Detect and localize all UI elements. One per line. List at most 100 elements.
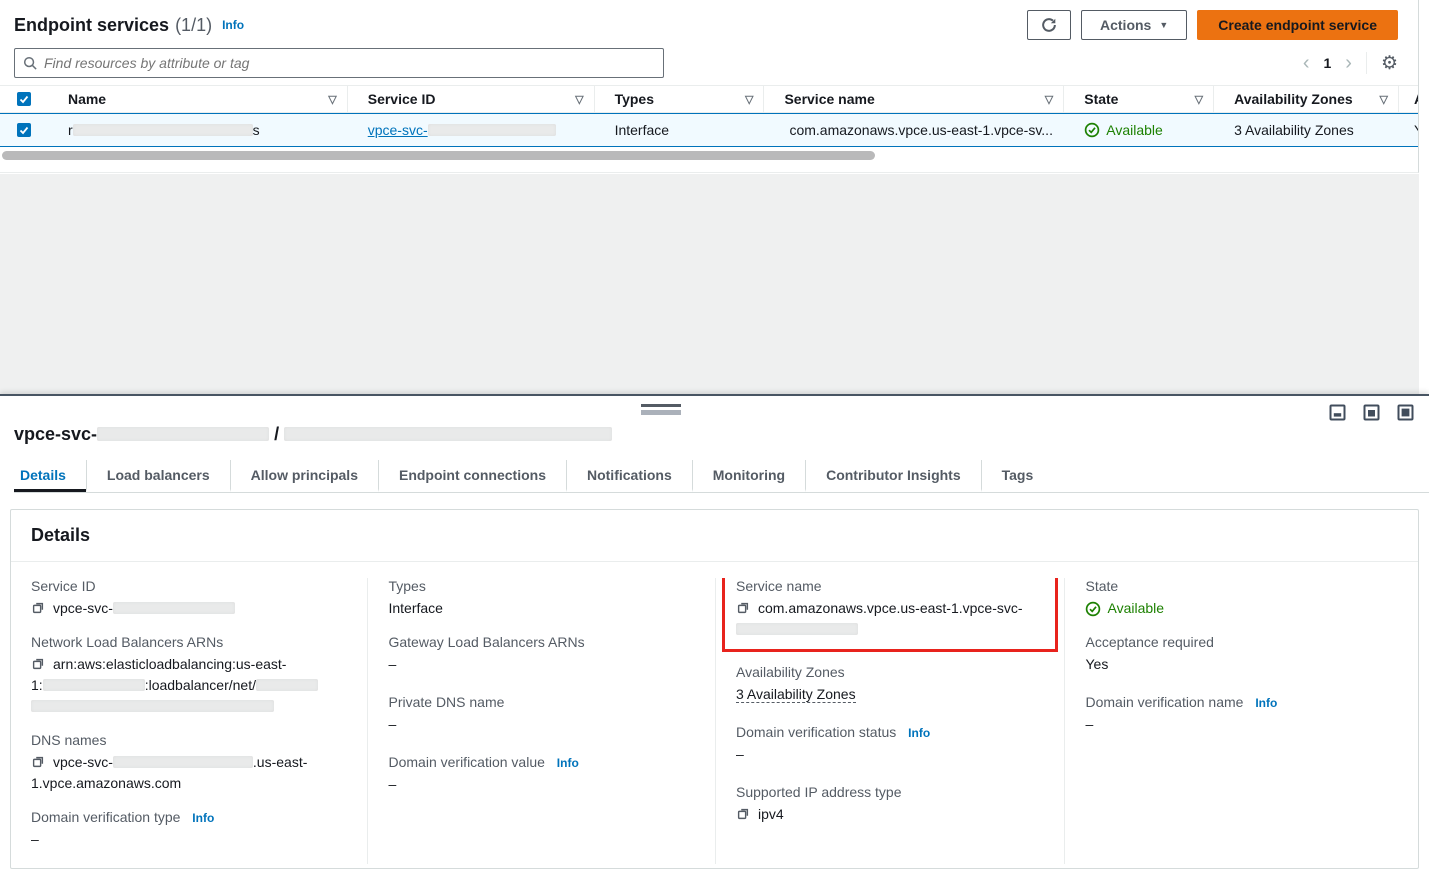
page-info-link[interactable]: Info (222, 18, 244, 32)
service-name-highlight-box: Service name com.amazonaws.vpce.us-east-… (722, 578, 1059, 652)
field-supported-ip: Supported IP address type ipv4 (736, 784, 1045, 825)
scrollbar-thumb[interactable] (2, 151, 875, 160)
field-domain-verification-name: Domain verification name Info – (1085, 694, 1398, 735)
page-header: Endpoint services (1/1) Info Actions ▼ C… (0, 0, 1418, 46)
details-column-4: State Available Acceptance required (1064, 578, 1418, 864)
field-private-dns-name: Private DNS name – (388, 694, 695, 735)
tab-load-balancers[interactable]: Load balancers (86, 460, 230, 492)
sort-icon[interactable]: ▽ (1380, 93, 1388, 106)
table-row[interactable]: rs vpce-svc- Interface com.amazonaws.vpc… (0, 113, 1418, 147)
field-domain-verification-type: Domain verification type Info – (31, 809, 347, 850)
tab-tags[interactable]: Tags (981, 460, 1054, 492)
details-card-header: Details (11, 510, 1418, 562)
horizontal-scrollbar (0, 151, 1418, 161)
copy-icon[interactable] (31, 755, 45, 769)
redacted-text (43, 679, 145, 691)
details-column-3: Service name com.amazonaws.vpce.us-east-… (715, 578, 1065, 864)
row-name: rs (48, 122, 348, 138)
status-badge: Available (1106, 122, 1163, 138)
table-controls: ‹ 1 › ⚙ (0, 46, 1418, 80)
sort-icon[interactable]: ▽ (1195, 93, 1203, 106)
search-input[interactable] (44, 55, 655, 71)
row-service-name: com.amazonaws.vpce.us-east-1.vpce-sv... (764, 122, 1064, 138)
tab-contributor-insights[interactable]: Contributor Insights (805, 460, 981, 492)
split-panel: vpce-svc- / Details Load balancers Allow… (0, 394, 1429, 886)
resource-count: (1/1) (175, 15, 212, 36)
endpoint-services-section: Endpoint services (1/1) Info Actions ▼ C… (0, 0, 1419, 173)
column-header-service-id[interactable]: Service ID ▽ (348, 86, 595, 112)
sort-icon[interactable]: ▽ (1045, 93, 1053, 106)
row-checkbox-cell (0, 123, 48, 137)
row-service-id: vpce-svc- (348, 122, 595, 138)
create-endpoint-service-button[interactable]: Create endpoint service (1197, 10, 1398, 40)
info-link[interactable]: Info (557, 756, 579, 770)
info-link[interactable]: Info (908, 726, 930, 740)
info-link[interactable]: Info (192, 811, 214, 825)
select-all-checkbox[interactable] (17, 92, 31, 106)
availability-zones-popover[interactable]: 3 Availability Zones (736, 686, 856, 703)
redacted-text (256, 679, 318, 691)
column-header-availability-zones[interactable]: Availability Zones ▽ (1214, 86, 1399, 112)
redacted-text (428, 124, 556, 136)
panel-bottom-small-icon[interactable] (1329, 404, 1346, 421)
check-icon (19, 125, 29, 135)
create-label: Create endpoint service (1218, 17, 1377, 33)
status-available-icon (1085, 601, 1101, 617)
search-box[interactable] (14, 48, 664, 78)
field-domain-verification-value: Domain verification value Info – (388, 754, 695, 795)
field-glb-arns: Gateway Load Balancers ARNs – (388, 634, 695, 675)
chevron-down-icon: ▼ (1159, 20, 1168, 30)
sort-icon[interactable]: ▽ (745, 93, 753, 106)
column-header-types[interactable]: Types ▽ (595, 86, 765, 112)
copy-icon[interactable] (31, 601, 45, 615)
sort-icon[interactable]: ▽ (328, 93, 336, 106)
empty-table-area (0, 174, 1419, 394)
field-dns-names: DNS names vpce-svc-.us-east- 1.vpce.amaz… (31, 732, 347, 794)
panel-tabs: Details Load balancers Allow principals … (14, 460, 1429, 493)
details-heading: Details (31, 525, 1398, 546)
refresh-icon (1040, 16, 1058, 34)
tab-endpoint-connections[interactable]: Endpoint connections (378, 460, 566, 492)
info-link[interactable]: Info (1255, 696, 1277, 710)
page-number[interactable]: 1 (1323, 55, 1331, 71)
column-header-state[interactable]: State ▽ (1064, 86, 1214, 112)
redacted-text (113, 756, 253, 768)
redacted-text (73, 124, 253, 136)
field-state: State Available (1085, 578, 1398, 619)
actions-button[interactable]: Actions ▼ (1081, 10, 1187, 40)
copy-icon[interactable] (736, 601, 750, 615)
sort-icon[interactable]: ▽ (575, 93, 583, 106)
search-icon (23, 56, 38, 71)
copy-icon[interactable] (31, 657, 45, 671)
tab-monitoring[interactable]: Monitoring (692, 460, 805, 492)
redacted-text (97, 427, 269, 441)
panel-full-icon[interactable] (1397, 404, 1414, 421)
next-page-icon[interactable]: › (1345, 53, 1352, 73)
panel-bottom-medium-icon[interactable] (1363, 404, 1380, 421)
row-state: Available (1064, 122, 1214, 138)
column-header-service-name[interactable]: Service name ▽ (764, 86, 1064, 112)
prev-page-icon[interactable]: ‹ (1303, 53, 1310, 73)
column-header-truncated[interactable]: A (1399, 86, 1418, 112)
panel-resize-handle[interactable] (641, 404, 681, 415)
table-header: Name ▽ Service ID ▽ Types ▽ Service name… (0, 85, 1418, 113)
row-availability-zones: 3 Availability Zones (1214, 122, 1399, 138)
redacted-text (284, 427, 612, 441)
check-icon (19, 94, 29, 104)
field-nlb-arns: Network Load Balancers ARNs arn:aws:elas… (31, 634, 347, 717)
service-id-link[interactable]: vpce-svc- (368, 122, 556, 138)
tab-allow-principals[interactable]: Allow principals (230, 460, 378, 492)
tab-details[interactable]: Details (14, 460, 86, 492)
refresh-button[interactable] (1027, 10, 1071, 40)
row-acceptance-truncated: Y (1399, 122, 1418, 138)
row-checkbox[interactable] (17, 123, 31, 137)
settings-gear-icon[interactable]: ⚙ (1381, 54, 1398, 73)
actions-label: Actions (1100, 17, 1151, 33)
redacted-text (31, 700, 274, 712)
field-domain-verification-status: Domain verification status Info – (736, 724, 1045, 765)
availability-zones-popover[interactable]: 3 Availability Zones (1234, 122, 1354, 138)
tab-notifications[interactable]: Notifications (566, 460, 692, 492)
copy-icon[interactable] (736, 807, 750, 821)
column-header-name[interactable]: Name ▽ (48, 86, 348, 112)
select-all-checkbox-cell (0, 86, 48, 112)
